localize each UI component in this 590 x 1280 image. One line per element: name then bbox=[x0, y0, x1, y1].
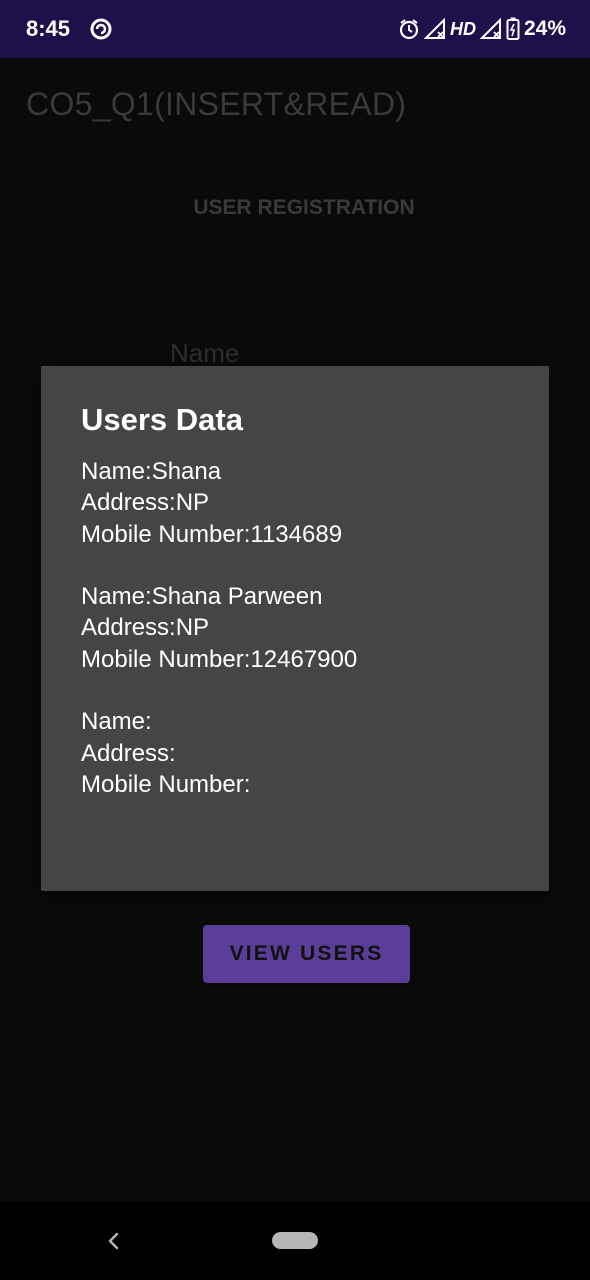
battery-charging-icon bbox=[506, 17, 520, 41]
users-data-dialog: Users Data Name:Shana Address:NP Mobile … bbox=[41, 366, 549, 891]
status-time: 8:45 bbox=[26, 16, 71, 41]
alarm-icon bbox=[398, 18, 420, 40]
home-pill-icon[interactable] bbox=[272, 1232, 318, 1249]
user-record: Name:Shana Address:NP Mobile Number:1134… bbox=[81, 456, 357, 550]
signal-icon bbox=[423, 18, 446, 40]
dialog-title: Users Data bbox=[81, 402, 243, 437]
dialog-message: Name:Shana Address:NP Mobile Number:1134… bbox=[81, 456, 357, 832]
view-users-button[interactable]: VIEW USERS bbox=[203, 925, 410, 983]
record-name: Name:Shana bbox=[81, 458, 222, 485]
record-name: Name: bbox=[81, 708, 152, 736]
app-title: CO5_Q1(INSERT&READ) bbox=[26, 86, 407, 122]
status-bar: 8:45 HD 24% bbox=[0, 0, 590, 58]
record-name: Name:Shana Parween bbox=[81, 583, 323, 611]
network-type-label: HD bbox=[449, 18, 476, 39]
signal-icon bbox=[479, 18, 502, 40]
user-record: Name: Address: Mobile Number: bbox=[81, 706, 357, 800]
screen: 8:45 HD 24% CO5_Q1(INSERT&READ) USER REG… bbox=[0, 0, 590, 1280]
section-title: USER REGISTRATION bbox=[193, 196, 415, 219]
record-address: Address:NP bbox=[81, 614, 210, 642]
navigation-bar bbox=[0, 1202, 590, 1280]
record-mobile: Mobile Number:1134689 bbox=[81, 520, 343, 548]
name-input[interactable]: Name bbox=[170, 338, 239, 369]
status-icons: HD 24% bbox=[398, 16, 566, 42]
battery-percent: 24% bbox=[523, 17, 566, 40]
record-mobile: Mobile Number: bbox=[81, 770, 251, 798]
record-address: Address: bbox=[81, 739, 176, 767]
record-address: Address:NP bbox=[81, 489, 210, 517]
record-mobile: Mobile Number:12467900 bbox=[81, 645, 358, 673]
app-notification-icon bbox=[90, 18, 112, 40]
user-record: Name:Shana Parween Address:NP Mobile Num… bbox=[81, 581, 357, 675]
back-icon[interactable] bbox=[104, 1230, 124, 1252]
